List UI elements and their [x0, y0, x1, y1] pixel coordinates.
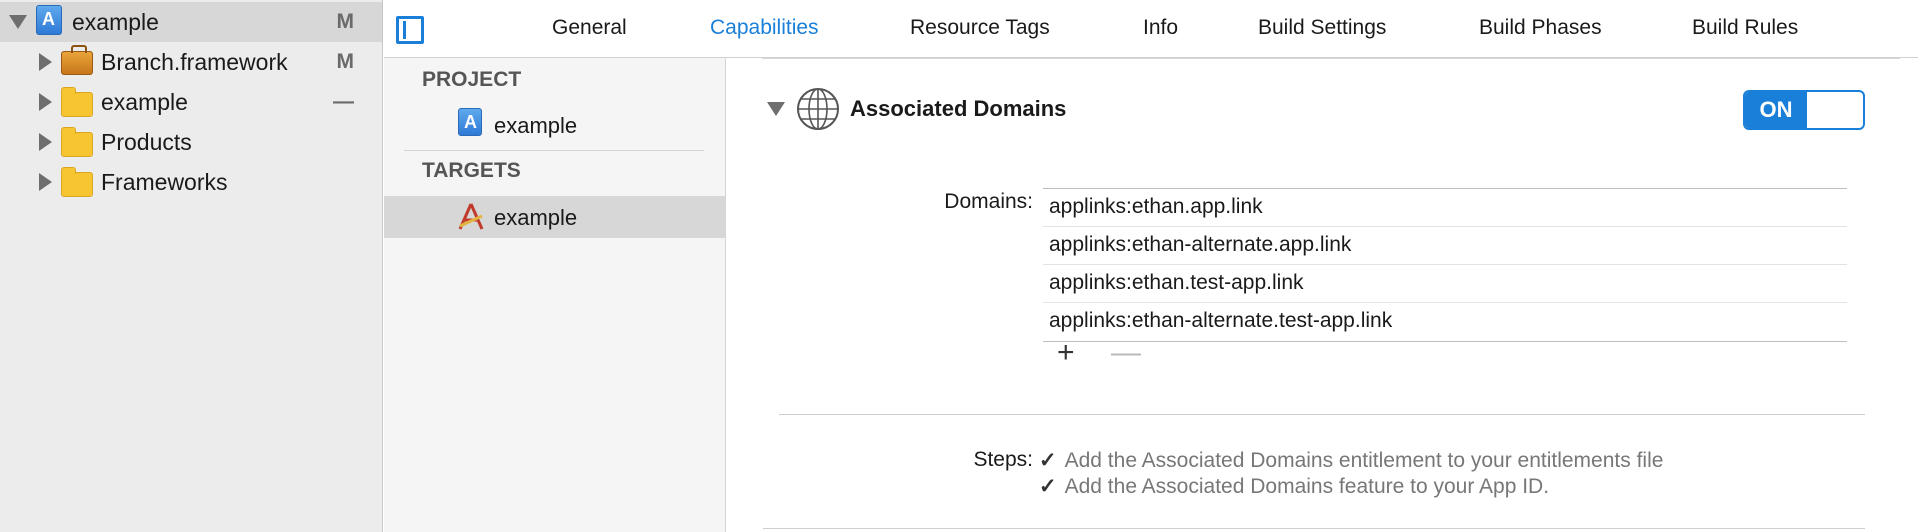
tab-general[interactable]: General	[552, 16, 627, 40]
step-item: ✓ Add the Associated Domains feature to y…	[1039, 474, 1549, 499]
nav-item-label: Frameworks	[101, 168, 228, 195]
tab-build-rules[interactable]: Build Rules	[1692, 16, 1798, 40]
domain-row[interactable]: applinks:ethan-alternate.app.link	[1043, 227, 1847, 265]
domain-row[interactable]: applinks:ethan-alternate.test-app.link	[1043, 303, 1847, 341]
nav-item-frameworks[interactable]: Frameworks	[0, 162, 382, 202]
capability-title: Associated Domains	[850, 96, 1067, 121]
checkmark-icon: ✓	[1039, 449, 1057, 472]
domain-row[interactable]: applinks:ethan.test-app.link	[1043, 265, 1847, 303]
step-text: Add the Associated Domains feature to yo…	[1064, 475, 1550, 498]
step-text: Add the Associated Domains entitlement t…	[1064, 449, 1664, 472]
project-navigator: example M Branch.framework M example — P…	[0, 0, 383, 532]
domain-row[interactable]: applinks:ethan.app.link	[1043, 189, 1847, 227]
tab-capabilities[interactable]: Capabilities	[710, 16, 819, 40]
remove-domain-button[interactable]: —	[1111, 338, 1141, 368]
tab-build-phases[interactable]: Build Phases	[1479, 16, 1602, 40]
sidebar-toggle-icon[interactable]	[396, 16, 424, 44]
tab-info[interactable]: Info	[1143, 16, 1178, 40]
capability-toggle[interactable]: ON	[1743, 90, 1865, 130]
modified-badge: M	[336, 50, 355, 73]
tab-resource-tags[interactable]: Resource Tags	[910, 16, 1050, 40]
step-item: ✓ Add the Associated Domains entitlement …	[1039, 448, 1663, 473]
disclosure-closed-icon[interactable]	[39, 93, 52, 111]
steps-label: Steps:	[973, 448, 1033, 471]
disclosure-open-icon[interactable]	[9, 15, 27, 29]
nav-item-label: example	[101, 88, 188, 115]
nav-item-label: Products	[101, 128, 192, 155]
disclosure-closed-icon[interactable]	[39, 173, 52, 191]
folder-icon	[61, 87, 93, 117]
target-item-label: example	[494, 205, 578, 230]
framework-icon	[61, 45, 93, 75]
globe-icon	[797, 88, 839, 130]
domains-table: applinks:ethan.app.link applinks:ethan-a…	[1043, 188, 1847, 342]
divider	[404, 150, 704, 151]
divider	[763, 528, 1865, 529]
xcode-project-icon	[36, 5, 62, 35]
divider	[762, 58, 1900, 59]
project-item-label: example	[494, 113, 578, 138]
domains-label: Domains:	[944, 190, 1033, 213]
add-domain-button[interactable]: +	[1057, 338, 1075, 368]
capabilities-content: Associated Domains ON Domains: applinks:…	[727, 58, 1918, 532]
project-header: PROJECT	[422, 68, 522, 91]
disclosure-closed-icon[interactable]	[39, 53, 52, 71]
disclosure-closed-icon[interactable]	[39, 133, 52, 151]
editor-tab-bar: General Capabilities Resource Tags Info …	[384, 0, 1918, 58]
target-item[interactable]: example	[384, 196, 725, 238]
nav-item-label: Branch.framework	[101, 48, 288, 75]
nav-item-products[interactable]: Products	[0, 122, 382, 162]
folder-icon	[61, 127, 93, 157]
divider	[779, 414, 1865, 415]
toggle-on-label: ON	[1745, 92, 1807, 128]
project-targets-list: PROJECT example TARGETS example	[384, 58, 726, 532]
checkmark-icon: ✓	[1039, 475, 1057, 498]
modified-badge: M	[336, 10, 355, 33]
status-badge: —	[333, 90, 354, 113]
nav-item-label: example	[72, 8, 159, 35]
project-item[interactable]: example	[384, 104, 725, 146]
nav-item-branch-framework[interactable]: Branch.framework M	[0, 42, 382, 82]
nav-item-example-project[interactable]: example M	[0, 2, 382, 42]
tab-build-settings[interactable]: Build Settings	[1258, 16, 1386, 40]
folder-icon	[61, 167, 93, 197]
disclosure-open-icon[interactable]	[767, 102, 785, 116]
nav-item-example-folder[interactable]: example —	[0, 82, 382, 122]
xcode-project-icon	[458, 108, 482, 136]
targets-header: TARGETS	[422, 159, 521, 182]
target-icon	[458, 203, 484, 230]
